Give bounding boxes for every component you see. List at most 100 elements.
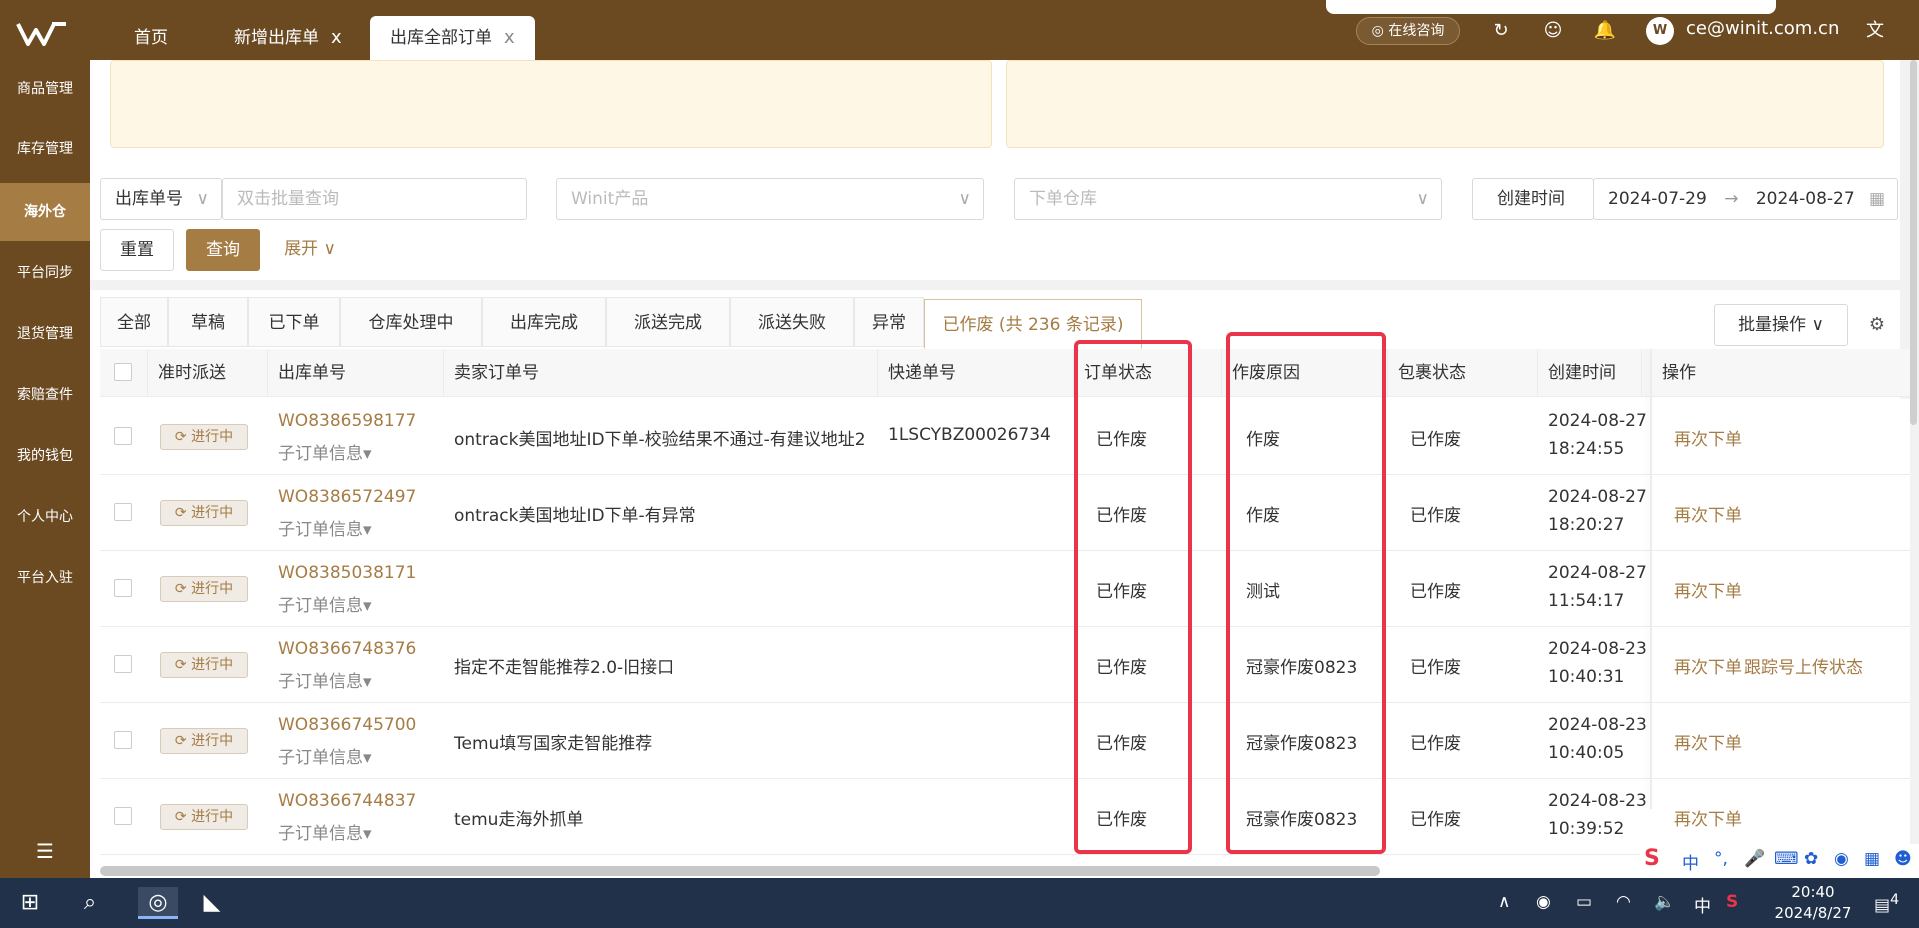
reset-button[interactable]: 重置	[100, 229, 174, 271]
order-type-select[interactable]: 出库单号 ∨	[100, 178, 222, 220]
headset-icon: ◎	[1371, 23, 1384, 39]
battery-icon[interactable]: ▭	[1576, 892, 1592, 912]
sidebar-item-platform-sync[interactable]: 平台同步	[0, 244, 90, 302]
skin-icon[interactable]: ✿	[1804, 849, 1818, 869]
row-checkbox[interactable]	[114, 655, 132, 673]
sogou-icon[interactable]: S	[1644, 846, 1660, 871]
translate-icon[interactable]: 文	[1862, 18, 1888, 44]
order-no-link[interactable]: WO8386598177	[278, 411, 416, 431]
status-tab-processing[interactable]: 仓库处理中	[340, 297, 482, 347]
status-tab-exception[interactable]: 异常	[854, 297, 924, 347]
user-email[interactable]: ce@winit.com.cn	[1686, 18, 1839, 39]
sidebar-item-claims[interactable]: 索赔查件	[0, 366, 90, 424]
clock[interactable]: 20:40 2024/8/27	[1768, 882, 1858, 924]
reorder-link[interactable]: 再次下单	[1674, 805, 1742, 830]
sidebar-item-inventory[interactable]: 库存管理	[0, 120, 90, 178]
search-button[interactable]: 查询	[186, 229, 260, 271]
order-no-link[interactable]: WO8385038171	[278, 563, 416, 583]
bell-icon[interactable]: 🔔	[1592, 18, 1618, 44]
tray-app-icon[interactable]: ◉	[1536, 892, 1551, 912]
order-no-link[interactable]: WO8366748376	[278, 639, 416, 659]
row-checkbox[interactable]	[114, 731, 132, 749]
sub-order-label: 子订单信息	[278, 672, 363, 692]
microphone-icon[interactable]: 🎤	[1744, 849, 1765, 869]
volume-icon[interactable]: 🔈	[1654, 892, 1675, 912]
status-tab-draft[interactable]: 草稿	[168, 297, 248, 347]
search-icon[interactable]: ⌕	[74, 887, 106, 919]
sub-order-toggle[interactable]: 子订单信息▾	[278, 743, 372, 768]
chevron-up-icon[interactable]: ∧	[1498, 892, 1510, 912]
reorder-link[interactable]: 再次下单	[1674, 501, 1742, 526]
sidebar-item-wallet[interactable]: 我的钱包	[0, 427, 90, 485]
smile-icon[interactable]: ☺	[1540, 18, 1566, 44]
row-checkbox[interactable]	[114, 807, 132, 825]
sidebar-item-platform-join[interactable]: 平台入驻	[0, 549, 90, 607]
game-icon[interactable]: ◉	[1834, 849, 1849, 869]
sub-order-toggle[interactable]: 子订单信息▾	[278, 667, 372, 692]
status-tab-all[interactable]: 全部	[100, 297, 168, 347]
notification-icon[interactable]: ▤4	[1874, 892, 1899, 916]
reorder-link[interactable]: 再次下单	[1674, 729, 1742, 754]
sub-order-toggle[interactable]: 子订单信息▾	[278, 439, 372, 464]
product-select[interactable]: Winit产品 ∨	[556, 178, 984, 220]
refresh-icon[interactable]: ↻	[1488, 18, 1514, 44]
sub-order-label: 子订单信息	[278, 824, 363, 844]
batch-query-input[interactable]: 双击批量查询	[222, 178, 527, 220]
close-icon[interactable]: x	[331, 27, 342, 48]
reorder-link[interactable]: 再次下单	[1674, 577, 1742, 602]
online-consult-button[interactable]: ◎ 在线咨询	[1356, 17, 1460, 45]
reorder-link[interactable]: 再次下单	[1674, 653, 1742, 678]
caret-down-icon: ▾	[363, 520, 372, 540]
status-tab-delivered[interactable]: 派送完成	[606, 297, 730, 347]
tab-home[interactable]: 首页	[134, 16, 168, 60]
tracking-upload-status-link[interactable]: 跟踪号上传状态	[1744, 653, 1863, 678]
menu-collapse-icon[interactable]: ☰	[30, 838, 60, 864]
app-icon[interactable]: ◣	[196, 887, 228, 919]
mascot-icon[interactable]: ☻	[1894, 849, 1912, 869]
expand-button[interactable]: 展开 ∨	[274, 229, 346, 271]
punctuation-icon[interactable]: °,	[1714, 849, 1728, 869]
popup-edge	[1326, 0, 1776, 14]
caret-down-icon: ▾	[363, 672, 372, 692]
grid-icon[interactable]: ▦	[1864, 849, 1880, 869]
chrome-icon[interactable]: ◎	[138, 887, 178, 919]
batch-operation-button[interactable]: 批量操作 ∨	[1714, 304, 1848, 346]
sub-order-toggle[interactable]: 子订单信息▾	[278, 819, 372, 844]
keyboard-icon[interactable]: ⌨	[1774, 849, 1799, 869]
wifi-icon[interactable]: ◠	[1616, 892, 1631, 912]
avatar[interactable]: W	[1646, 17, 1674, 45]
winit-logo-icon[interactable]	[14, 14, 70, 54]
date-range-picker[interactable]: 2024-07-29 → 2024-08-27 ▦	[1593, 178, 1898, 220]
sogou-tray-icon[interactable]: S	[1726, 892, 1738, 912]
horizontal-scrollbar[interactable]	[100, 866, 1380, 876]
windows-start-icon[interactable]: ⊞	[14, 887, 46, 919]
order-no-link[interactable]: WO8366745700	[278, 715, 416, 735]
sub-order-toggle[interactable]: 子订单信息▾	[278, 591, 372, 616]
vertical-scrollbar[interactable]	[1910, 60, 1917, 425]
order-no-link[interactable]: WO8366744837	[278, 791, 416, 811]
select-all-checkbox[interactable]	[114, 363, 132, 381]
input-language[interactable]: 中	[1694, 892, 1711, 917]
sidebar-item-products[interactable]: 商品管理	[0, 60, 90, 118]
date-type-select[interactable]: 创建时间	[1472, 178, 1594, 220]
close-icon[interactable]: x	[504, 27, 515, 48]
status-tab-delivery-failed[interactable]: 派送失败	[730, 297, 854, 347]
sub-order-toggle[interactable]: 子订单信息▾	[278, 515, 372, 540]
row-checkbox[interactable]	[114, 503, 132, 521]
sidebar-item-profile[interactable]: 个人中心	[0, 488, 90, 546]
sync-icon: ⟳	[174, 429, 187, 445]
ime-language[interactable]: 中	[1682, 849, 1699, 874]
seller-order-no: Temu填写国家走智能推荐	[454, 734, 653, 754]
order-no-link[interactable]: WO8386572497	[278, 487, 416, 507]
row-checkbox[interactable]	[114, 427, 132, 445]
gear-icon[interactable]: ⚙	[1864, 312, 1890, 338]
tab-new-outbound[interactable]: 新增出库单 x	[234, 16, 342, 60]
tab-all-outbound[interactable]: 出库全部订单 x	[370, 16, 535, 60]
warehouse-select[interactable]: 下单仓库 ∨	[1014, 178, 1442, 220]
status-tab-ordered[interactable]: 已下单	[248, 297, 340, 347]
sidebar-item-returns[interactable]: 退货管理	[0, 305, 90, 363]
status-tab-outbound-done[interactable]: 出库完成	[482, 297, 606, 347]
row-checkbox[interactable]	[114, 579, 132, 597]
sidebar-item-overseas-warehouse[interactable]: 海外仓	[0, 183, 90, 241]
reorder-link[interactable]: 再次下单	[1674, 425, 1742, 450]
